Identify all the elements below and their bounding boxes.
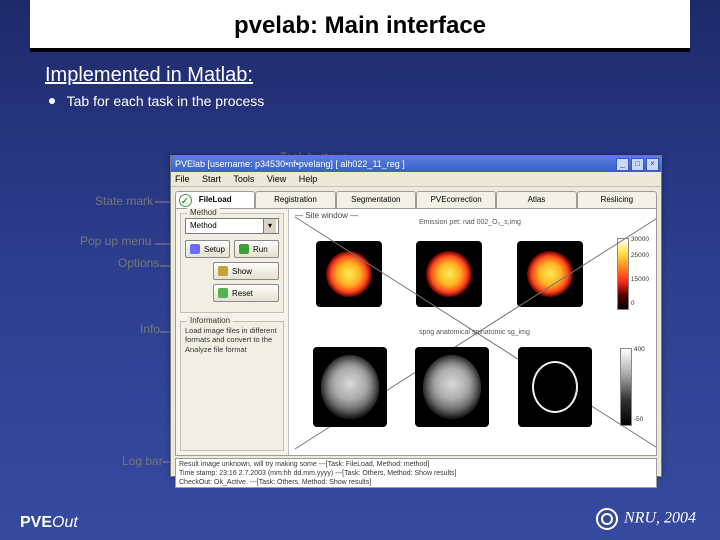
tab-segmentation[interactable]: Segmentation xyxy=(336,191,416,208)
method-group: Method Method Setup Run Show xyxy=(180,213,284,313)
window-title: PVElab [username: p34530•nf•pvelang] [ a… xyxy=(175,159,405,169)
close-button[interactable]: × xyxy=(646,158,659,171)
group-label: Information xyxy=(187,316,233,325)
cbar-label: 0 xyxy=(631,300,635,307)
app-body: Method Method Setup Run Show xyxy=(175,208,657,456)
bullet-text: Tab for each task in the process xyxy=(67,93,265,109)
minimize-button[interactable]: _ xyxy=(616,158,629,171)
run-icon xyxy=(239,244,249,254)
pet-colorbar xyxy=(617,238,629,310)
reset-icon xyxy=(218,288,228,298)
cbar-label: 15000 xyxy=(631,276,649,283)
btn-label: Setup xyxy=(204,245,225,254)
log-line: Time stamp: 23:16 2.7.2003 (mm:hh dd.mm.… xyxy=(179,469,653,478)
sub-heading: Implemented in Matlab: xyxy=(45,64,720,87)
tab-reslicing[interactable]: Reslicing xyxy=(577,191,657,208)
site-window: — Site window — Emission pet: nad 002_O₂… xyxy=(289,209,656,455)
menu-start[interactable]: Start xyxy=(202,174,221,184)
pet-image-2[interactable] xyxy=(416,241,482,307)
menu-help[interactable]: Help xyxy=(299,174,318,184)
pet-row: 30000 25000 15000 0 xyxy=(299,229,646,319)
tab-fileload[interactable]: FileLoad xyxy=(175,191,255,208)
setup-icon xyxy=(190,244,200,254)
log-bar[interactable]: Result image unknown, will try making so… xyxy=(175,458,657,488)
mri-caption: spng anatomical spinatomic sg_img xyxy=(419,329,530,336)
bullet-line: Tab for each task in the process xyxy=(45,93,720,109)
cbar-label: 30000 xyxy=(631,236,649,243)
setup-button[interactable]: Setup xyxy=(185,240,230,258)
tab-registration[interactable]: Registration xyxy=(255,191,335,208)
callout-state-mark: State mark xyxy=(95,194,153,208)
group-label: Method xyxy=(187,208,220,217)
left-panel: Method Method Setup Run Show xyxy=(176,209,289,455)
log-line: Result image unknown, will try making so… xyxy=(179,460,653,469)
callout-logbar: Log bar xyxy=(122,454,163,468)
btn-label: Reset xyxy=(232,289,253,298)
state-mark-icon xyxy=(179,194,192,207)
btn-label: Run xyxy=(253,245,268,254)
btn-label: Show xyxy=(232,267,252,276)
footer-logo: PVEOut xyxy=(20,514,78,532)
info-text: Load image files in different formats an… xyxy=(185,326,279,354)
footer-credit: NRU, 2004 xyxy=(596,508,696,530)
cbar-label: -50 xyxy=(634,416,643,423)
log-line: CheckOut: Ok_Active. ---[Task: Others, M… xyxy=(179,478,653,487)
show-button[interactable]: Show xyxy=(213,262,279,280)
mri-image-1[interactable] xyxy=(313,347,387,427)
cbar-label: 25000 xyxy=(631,252,649,259)
slide-title: pvelab: Main interface xyxy=(30,0,690,52)
site-window-label: — Site window — xyxy=(295,211,358,220)
menu-bar: File Start Tools View Help xyxy=(171,172,661,187)
pet-caption: Emission pet: nad 002_O₂_s,img xyxy=(419,219,521,226)
cbar-label: 400 xyxy=(634,346,645,353)
info-group: Information Load image files in differen… xyxy=(180,321,284,451)
reset-button[interactable]: Reset xyxy=(213,284,279,302)
menu-view[interactable]: View xyxy=(267,174,286,184)
mri-colorbar xyxy=(620,348,632,426)
task-tabs: FileLoad Registration Segmentation PVEco… xyxy=(171,187,661,208)
spiral-icon xyxy=(596,508,618,530)
footer-ital: Out xyxy=(52,514,78,531)
footer-bold: PVE xyxy=(20,514,52,531)
callout-popup: Pop up menu xyxy=(80,234,151,248)
pet-image-3[interactable] xyxy=(517,241,583,307)
run-button[interactable]: Run xyxy=(234,240,279,258)
maximize-button[interactable]: □ xyxy=(631,158,644,171)
tab-atlas[interactable]: Atlas xyxy=(496,191,576,208)
window-titlebar[interactable]: PVElab [username: p34530•nf•pvelang] [ a… xyxy=(171,156,661,172)
callout-info: Info xyxy=(140,322,160,336)
menu-file[interactable]: File xyxy=(175,174,190,184)
mri-row: 400 -50 xyxy=(299,339,646,434)
slide-subsection: Implemented in Matlab: Tab for each task… xyxy=(45,64,720,109)
pvelab-window: PVElab [username: p34530•nf•pvelang] [ a… xyxy=(170,155,662,477)
show-icon xyxy=(218,266,228,276)
mri-image-2[interactable] xyxy=(415,347,489,427)
bullet-icon xyxy=(49,98,55,104)
callout-options: Options xyxy=(118,256,159,270)
method-dropdown[interactable]: Method xyxy=(185,218,279,234)
tab-pvecorrection[interactable]: PVEcorrection xyxy=(416,191,496,208)
menu-tools[interactable]: Tools xyxy=(233,174,254,184)
tab-label: FileLoad xyxy=(199,195,232,204)
mri-image-3[interactable] xyxy=(518,347,592,427)
pet-image-1[interactable] xyxy=(316,241,382,307)
